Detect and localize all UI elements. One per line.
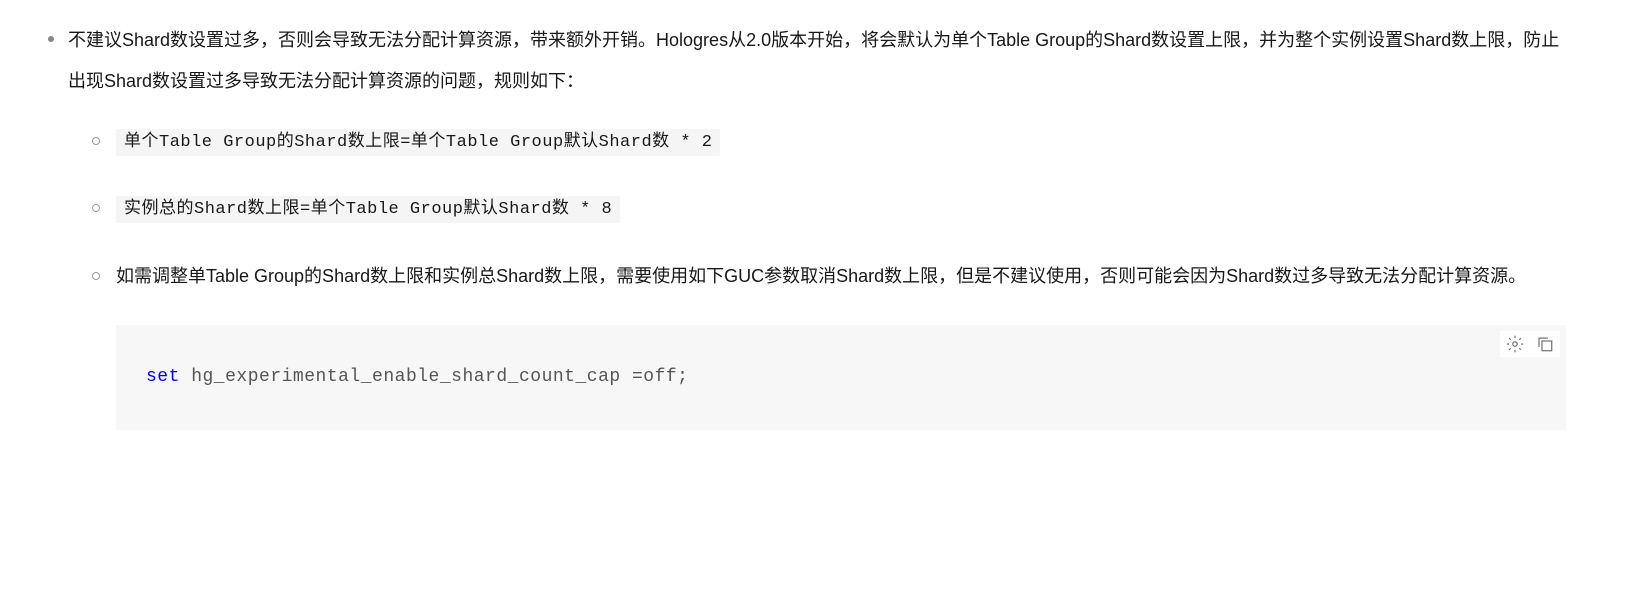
sub-bullet-3-text: 如需调整单Table Group的Shard数上限和实例总Shard数上限，需要… — [116, 266, 1526, 286]
sub-bullet-item-3: 如需调整单Table Group的Shard数上限和实例总Shard数上限，需要… — [88, 256, 1566, 430]
inline-code-rule-1: 单个Table Group的Shard数上限=单个Table Group默认Sh… — [116, 129, 720, 156]
code-keyword: set — [146, 367, 180, 387]
inline-code-rule-2: 实例总的Shard数上限=单个Table Group默认Shard数 * 8 — [116, 196, 620, 223]
main-bullet-text: 不建议Shard数设置过多，否则会导致无法分配计算资源，带来额外开销。Holog… — [68, 30, 1559, 91]
code-rest: hg_experimental_enable_shard_count_cap =… — [180, 367, 689, 387]
settings-icon[interactable] — [1506, 335, 1524, 353]
code-block: set hg_experimental_enable_shard_count_c… — [116, 325, 1566, 430]
code-block-container: set hg_experimental_enable_shard_count_c… — [116, 325, 1566, 430]
copy-icon[interactable] — [1536, 335, 1554, 353]
outer-bullet-list: 不建议Shard数设置过多，否则会导致无法分配计算资源，带来额外开销。Holog… — [40, 20, 1566, 430]
code-toolbar — [1500, 331, 1560, 357]
sub-bullet-item-1: 单个Table Group的Shard数上限=单个Table Group默认Sh… — [88, 121, 1566, 161]
inner-bullet-list: 单个Table Group的Shard数上限=单个Table Group默认Sh… — [68, 121, 1566, 430]
main-bullet-item: 不建议Shard数设置过多，否则会导致无法分配计算资源，带来额外开销。Holog… — [40, 20, 1566, 430]
sub-bullet-item-2: 实例总的Shard数上限=单个Table Group默认Shard数 * 8 — [88, 188, 1566, 228]
